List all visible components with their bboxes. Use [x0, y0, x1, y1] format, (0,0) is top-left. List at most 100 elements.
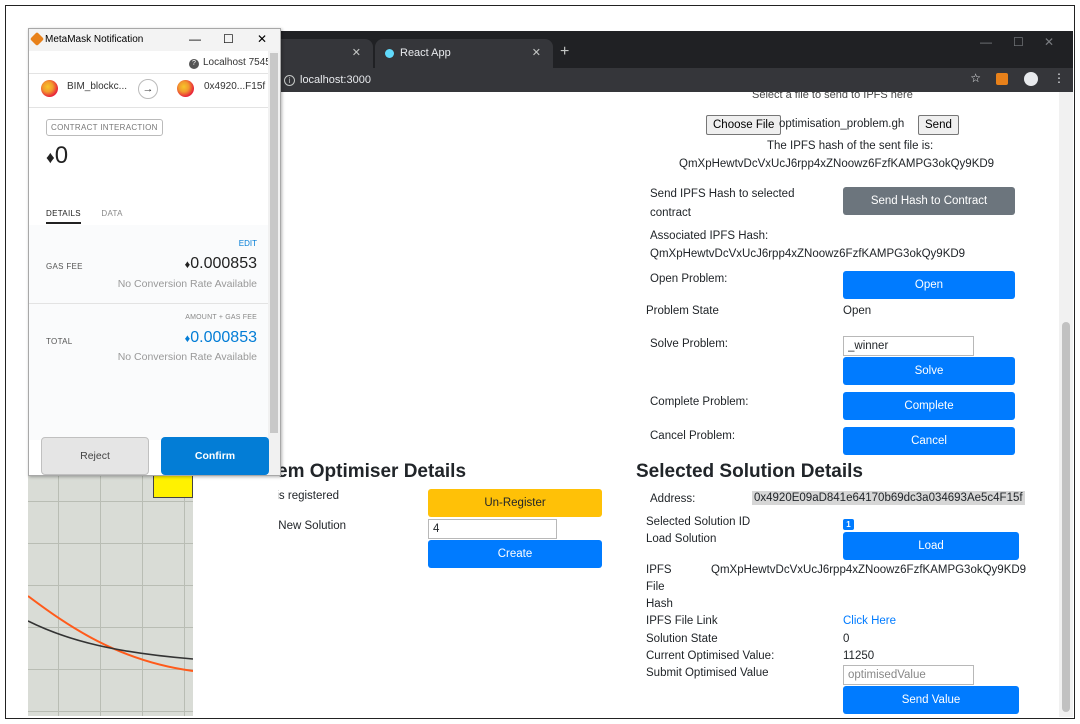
unregister-button[interactable]: Un-Register	[428, 489, 602, 517]
close-tab-icon[interactable]: ✕	[532, 39, 541, 68]
minimize-icon[interactable]: —	[189, 32, 201, 46]
selected-solution-id-label: Selected Solution ID	[646, 516, 751, 528]
minimize-icon[interactable]: —	[980, 35, 992, 49]
submit-value-label: Submit Optimised Value	[646, 667, 769, 679]
arrow-right-icon: →	[138, 79, 158, 99]
load-solution-label: Load Solution	[646, 533, 717, 545]
metamask-titlebar: MetaMask Notification — ☐ ✕	[29, 29, 280, 51]
divider	[29, 303, 269, 304]
total-number: 0.000853	[190, 329, 257, 346]
solution-ipfs-hash-value: QmXpHewtvDcVxUcJ6rpp4xZNoowz6FzfKAMPG3ok…	[711, 564, 1027, 576]
metamask-scrollbar[interactable]	[268, 51, 280, 475]
ipfs-hash-caption: The IPFS hash of the sent file is:	[767, 140, 934, 152]
create-solution-input[interactable]	[428, 519, 557, 539]
total-label: TOTAL	[46, 337, 73, 346]
amount-gas-label: AMOUNT + GAS FEE	[185, 314, 257, 321]
solution-address-value: 0x4920E09aD841e64170b69dc3a034693Ae5c4F1…	[752, 491, 1025, 505]
create-button[interactable]: Create	[428, 540, 602, 568]
confirm-button[interactable]: Confirm	[161, 437, 269, 475]
tab-details[interactable]: DETAILS	[46, 209, 81, 224]
star-icon[interactable]: ☆	[970, 71, 981, 85]
ipfs-file-link-label: IPFS File Link	[646, 615, 718, 627]
ipfs-hash-label-1: IPFS	[646, 564, 672, 576]
send-value-button[interactable]: Send Value	[843, 686, 1019, 714]
tab-bar: ✕ React App ✕ + — ☐ ✕	[268, 31, 1073, 68]
to-account: 0x4920...F15f	[204, 81, 266, 92]
total-note: No Conversion Rate Available	[117, 351, 257, 363]
menu-icon[interactable]: ⋮	[1053, 71, 1065, 85]
scrollbar-thumb[interactable]	[1062, 322, 1070, 712]
transaction-amount: ♦0	[46, 142, 68, 170]
maximize-icon[interactable]: ☐	[1013, 35, 1024, 49]
ipfs-file-link[interactable]: Click Here	[843, 615, 896, 627]
profile-avatar-icon[interactable]	[1023, 71, 1038, 86]
problem-state-value: Open	[843, 305, 872, 317]
from-account-avatar	[41, 80, 58, 97]
react-favicon-icon	[385, 48, 394, 58]
ipfs-hash-value: QmXpHewtvDcVxUcJ6rpp4xZNoowz6FzfKAMPG3ok…	[679, 158, 995, 170]
from-account: BIM_blockc...	[67, 81, 128, 92]
network-host: ? Localhost 7545	[189, 57, 271, 69]
solve-problem-label: Solve Problem:	[650, 338, 728, 350]
gas-fee-label: GAS FEE	[46, 262, 83, 271]
canvas-curves	[28, 595, 193, 672]
ipfs-send-button[interactable]: Send	[918, 115, 959, 135]
file-name: optimisation_problem.gh	[779, 118, 905, 130]
ipfs-select-text: Select a file to send to IPFS here	[752, 92, 913, 101]
open-button[interactable]: Open	[843, 271, 1015, 299]
browser-tab-1[interactable]: ✕	[268, 39, 373, 68]
solution-state-label: Solution State	[646, 633, 718, 645]
edit-gas-link[interactable]: EDIT	[239, 239, 257, 248]
send-hash-label: Send IPFS Hash to selected	[650, 188, 795, 200]
details-panel: EDIT GAS FEE ♦0.000853 No Conversion Rat…	[29, 225, 269, 440]
page-scrollbar[interactable]	[1059, 92, 1073, 717]
close-tab-icon[interactable]: ✕	[352, 39, 361, 68]
tab-data[interactable]: DATA	[101, 209, 122, 218]
gas-fee-number: 0.000853	[190, 255, 257, 272]
gas-fee-note: No Conversion Rate Available	[117, 278, 257, 290]
optimised-value-input[interactable]	[843, 665, 974, 685]
problem-state-label: Problem State	[646, 305, 719, 317]
metamask-extension-icon[interactable]	[996, 72, 1009, 85]
winner-input[interactable]	[843, 336, 974, 356]
screenshot-frame: ✕ React App ✕ + — ☐ ✕ i localhost:3000 ☆ …	[5, 5, 1075, 719]
close-window-icon[interactable]: ✕	[257, 32, 267, 46]
eth-icon: ♦	[46, 148, 55, 167]
optimiser-heading: em Optimiser Details	[278, 461, 467, 482]
browser-toolbar: ☆ ⋮	[958, 71, 1065, 86]
maximize-icon[interactable]: ☐	[223, 32, 234, 46]
page-content: Select a file to send to IPFS here Choos…	[278, 92, 1059, 717]
info-icon[interactable]: i	[284, 75, 295, 86]
associated-hash-label: Associated IPFS Hash:	[650, 230, 769, 242]
ipfs-hash-label-2: File	[646, 581, 665, 593]
cancel-button[interactable]: Cancel	[843, 427, 1015, 455]
browser-tab-react-app[interactable]: React App ✕	[375, 39, 553, 68]
help-icon: ?	[189, 59, 199, 69]
current-value: 11250	[843, 650, 875, 662]
selected-solution-id-badge: 1	[843, 519, 854, 530]
close-window-icon[interactable]: ✕	[1044, 35, 1054, 49]
new-tab-icon[interactable]: +	[560, 39, 569, 65]
metamask-tabs: DETAILS DATA	[46, 209, 123, 224]
solve-button[interactable]: Solve	[843, 357, 1015, 385]
create-solution-label: Create a New Solution	[278, 520, 347, 532]
address-highlight: 0x4920E09aD841e64170b69dc3a034693Ae5c4F1…	[752, 491, 1025, 505]
reject-button[interactable]: Reject	[41, 437, 149, 475]
metamask-scroll-thumb[interactable]	[270, 53, 278, 433]
network-host-label: Localhost 7545	[203, 57, 271, 68]
gas-fee-value: ♦0.000853	[185, 255, 257, 273]
choose-file-button[interactable]: Choose File	[706, 115, 782, 135]
url-field[interactable]: i localhost:3000	[284, 71, 371, 89]
contract-interaction-badge: CONTRACT INTERACTION	[46, 119, 163, 136]
cancel-problem-label: Cancel Problem:	[650, 430, 736, 442]
background-canvas	[28, 461, 193, 716]
complete-button[interactable]: Complete	[843, 392, 1015, 420]
address-registered-label: Address is registered	[278, 490, 340, 502]
ipfs-hash-label-3: Hash	[646, 598, 673, 610]
load-button[interactable]: Load	[843, 532, 1019, 560]
complete-problem-label: Complete Problem:	[650, 396, 749, 408]
browser-window: ✕ React App ✕ + — ☐ ✕ i localhost:3000 ☆ …	[268, 31, 1073, 717]
send-hash-to-contract-button[interactable]: Send Hash to Contract	[843, 187, 1015, 215]
total-value: ♦0.000853	[185, 329, 257, 347]
current-value-label: Current Optimised Value:	[646, 650, 775, 662]
